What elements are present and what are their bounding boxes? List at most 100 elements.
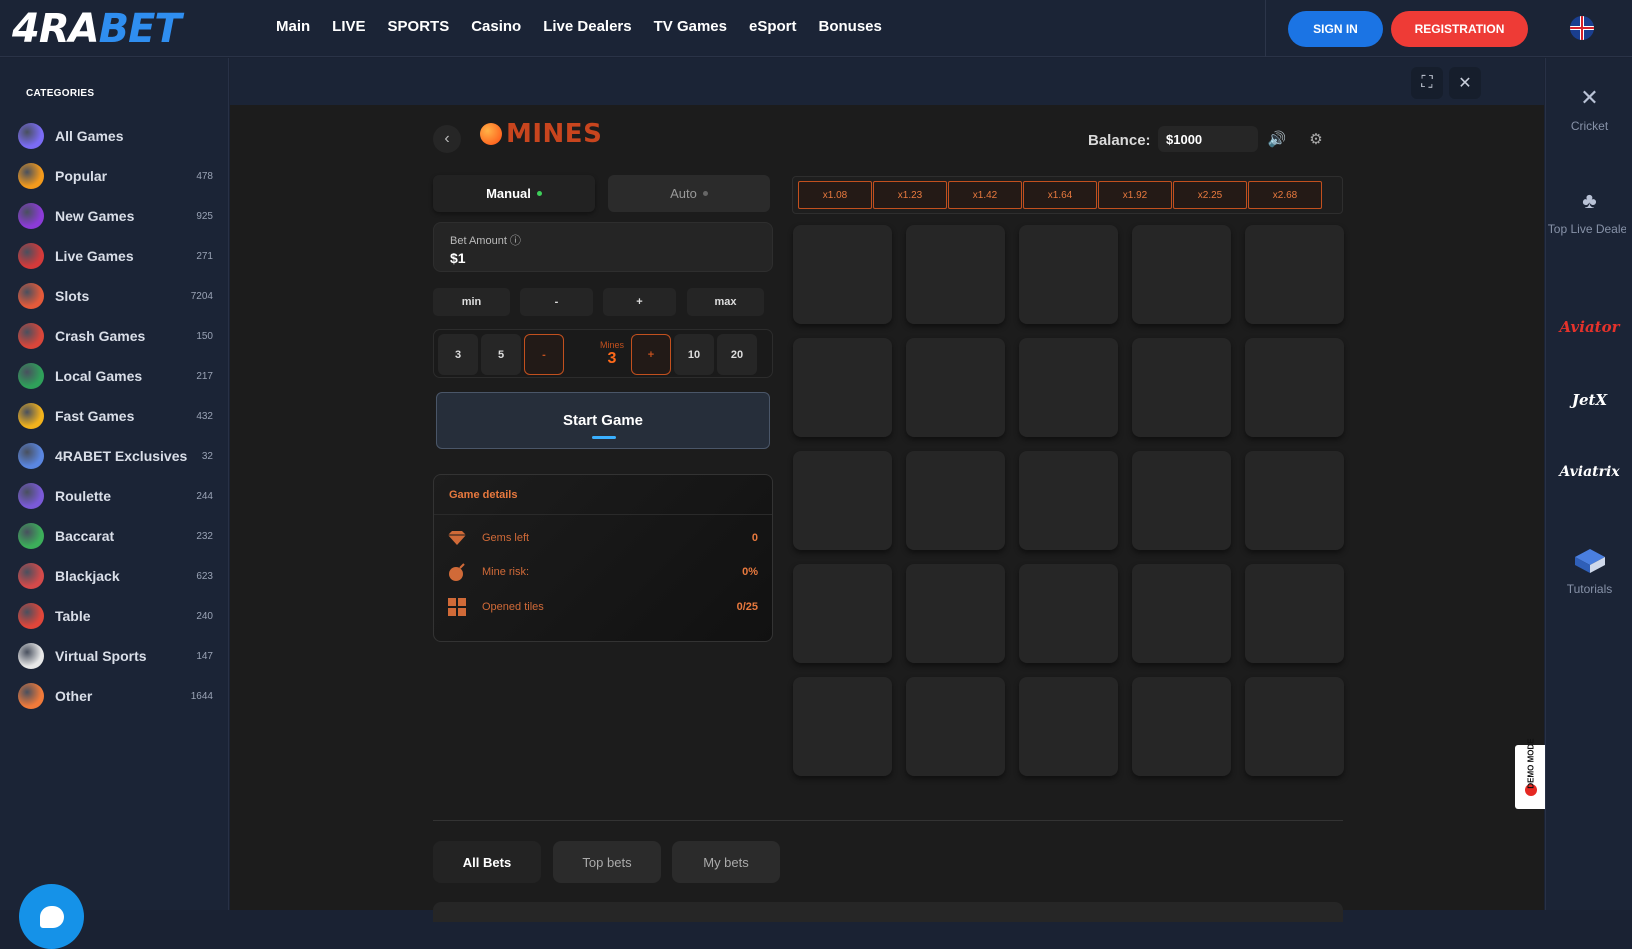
nav-bonuses[interactable]: Bonuses (819, 18, 882, 35)
mine-tile[interactable] (1132, 564, 1231, 663)
sidebar-item-count: 925 (196, 210, 213, 222)
mine-tile[interactable] (1132, 338, 1231, 437)
nav-live-dealers[interactable]: Live Dealers (543, 18, 631, 35)
sidebar-item-label: Other (55, 688, 93, 704)
sidebar-item-slots[interactable]: Slots 7204 (18, 281, 213, 311)
sidebar-item-count: 32 (201, 450, 213, 462)
mine-tile[interactable] (793, 677, 892, 776)
category-icon (18, 563, 44, 589)
uk-flag-icon[interactable] (1570, 16, 1594, 40)
bet-decrease-button[interactable]: - (520, 288, 593, 316)
fullscreen-icon[interactable]: ⛶ (1411, 67, 1443, 99)
cricket-icon: ✕ (1580, 85, 1599, 110)
sidebar-item-virtual-sports[interactable]: Virtual Sports 147 (18, 641, 213, 671)
mine-tile[interactable] (1019, 451, 1118, 550)
mine-tile[interactable] (1132, 451, 1231, 550)
mine-tile[interactable] (793, 338, 892, 437)
mine-tile[interactable] (906, 677, 1005, 776)
mines-increase-button[interactable]: + (631, 334, 671, 375)
category-icon (18, 163, 44, 189)
sidebar-item-fast-games[interactable]: Fast Games 432 (18, 401, 213, 431)
nav-casino[interactable]: Casino (471, 18, 521, 35)
quick-jetx[interactable]: JetX (1546, 391, 1632, 409)
grid-icon (448, 598, 466, 616)
nav-main[interactable]: Main (276, 18, 310, 35)
close-icon[interactable]: ✕ (1449, 67, 1481, 99)
bomb-logo-icon (480, 123, 502, 145)
mine-tile[interactable] (1019, 564, 1118, 663)
mine-tile[interactable] (906, 451, 1005, 550)
nav-live[interactable]: LIVE (332, 18, 365, 35)
mine-tile[interactable] (1132, 225, 1231, 324)
sidebar-item-label: Virtual Sports (55, 648, 147, 664)
mine-tile[interactable] (906, 338, 1005, 437)
nav-sports[interactable]: SPORTS (388, 18, 450, 35)
sidebar-item-table[interactable]: Table 240 (18, 601, 213, 631)
sidebar-item-other[interactable]: Other 1644 (18, 681, 213, 711)
mines-preset-20[interactable]: 20 (717, 334, 757, 375)
brand-logo[interactable]: 4RABET (12, 6, 182, 52)
mine-tile[interactable] (1245, 677, 1344, 776)
nav-tv-games[interactable]: TV Games (654, 18, 727, 35)
mines-preset-10[interactable]: 10 (674, 334, 714, 375)
sidebar-item-4rabet-exclusives[interactable]: 4RABET Exclusives 32 (18, 441, 213, 471)
sidebar-item-new-games[interactable]: New Games 925 (18, 201, 213, 231)
sidebar-item-popular[interactable]: Popular 478 (18, 161, 213, 191)
settings-gear-icon[interactable]: ⚙ (1304, 127, 1328, 151)
mine-tile[interactable] (1019, 677, 1118, 776)
sign-in-button[interactable]: SIGN IN (1288, 11, 1383, 47)
sidebar-item-blackjack[interactable]: Blackjack 623 (18, 561, 213, 591)
mine-tile[interactable] (1245, 564, 1344, 663)
mines-decrease-button[interactable]: - (524, 334, 564, 375)
chat-button[interactable] (19, 884, 84, 949)
tab-top-bets[interactable]: Top bets (553, 841, 661, 883)
tab-my-bets[interactable]: My bets (672, 841, 780, 883)
sound-icon[interactable]: 🔊 (1265, 127, 1289, 151)
quick-aviatrix[interactable]: Aviatrix (1546, 464, 1632, 480)
quick-cricket[interactable]: ✕ Cricket (1546, 83, 1632, 133)
mine-tile[interactable] (1019, 338, 1118, 437)
bet-amount-field[interactable]: Bet Amount ⓘ $1 (433, 222, 773, 272)
multiplier-7: x2.68 (1248, 181, 1322, 209)
mines-preset-5[interactable]: 5 (481, 334, 521, 375)
category-icon (18, 443, 44, 469)
sidebar-item-crash-games[interactable]: Crash Games 150 (18, 321, 213, 351)
page-scrollbar[interactable] (1626, 58, 1632, 910)
tab-all-bets[interactable]: All Bets (433, 841, 541, 883)
mine-tile[interactable] (1132, 677, 1231, 776)
sidebar-item-all-games[interactable]: All Games (18, 121, 213, 151)
bet-increase-button[interactable]: + (603, 288, 676, 316)
sidebar-item-local-games[interactable]: Local Games 217 (18, 361, 213, 391)
nav-esport[interactable]: eSport (749, 18, 797, 35)
category-icon (18, 643, 44, 669)
sidebar-item-live-games[interactable]: Live Games 271 (18, 241, 213, 271)
mine-tile[interactable] (906, 564, 1005, 663)
quick-top-live-dealer[interactable]: ♣ Top Live Dealer (1546, 186, 1632, 236)
inactive-dot-icon (702, 191, 708, 196)
start-game-button[interactable]: Start Game (436, 392, 770, 449)
mine-tile[interactable] (1245, 451, 1344, 550)
back-arrow-icon[interactable]: ‹ (433, 125, 461, 153)
bet-max-button[interactable]: max (687, 288, 764, 316)
mine-tile[interactable] (1245, 338, 1344, 437)
manual-mode-tab[interactable]: Manual (433, 175, 595, 212)
mine-tile[interactable] (906, 225, 1005, 324)
sidebar-item-label: Slots (55, 288, 90, 304)
aviatrix-logo: Aviatrix (1559, 464, 1620, 480)
auto-mode-tab[interactable]: Auto (608, 175, 770, 212)
registration-button[interactable]: REGISTRATION (1391, 11, 1528, 47)
quick-aviator[interactable]: Aviator (1546, 318, 1632, 336)
mine-tile[interactable] (793, 564, 892, 663)
quick-tutorials[interactable]: Tutorials (1546, 546, 1632, 596)
sidebar-item-roulette[interactable]: Roulette 244 (18, 481, 213, 511)
sidebar-item-baccarat[interactable]: Baccarat 232 (18, 521, 213, 551)
bet-min-button[interactable]: min (433, 288, 510, 316)
category-icon (18, 403, 44, 429)
mine-tile[interactable] (1019, 225, 1118, 324)
mine-tile[interactable] (1245, 225, 1344, 324)
mine-tile[interactable] (793, 451, 892, 550)
mines-preset-3[interactable]: 3 (438, 334, 478, 375)
mines-label: Mines (599, 340, 624, 350)
game-window: ⛶ ✕ ‹ MINES Balance: $1000 🔊 ⚙ Manual Au… (230, 58, 1547, 922)
mine-tile[interactable] (793, 225, 892, 324)
